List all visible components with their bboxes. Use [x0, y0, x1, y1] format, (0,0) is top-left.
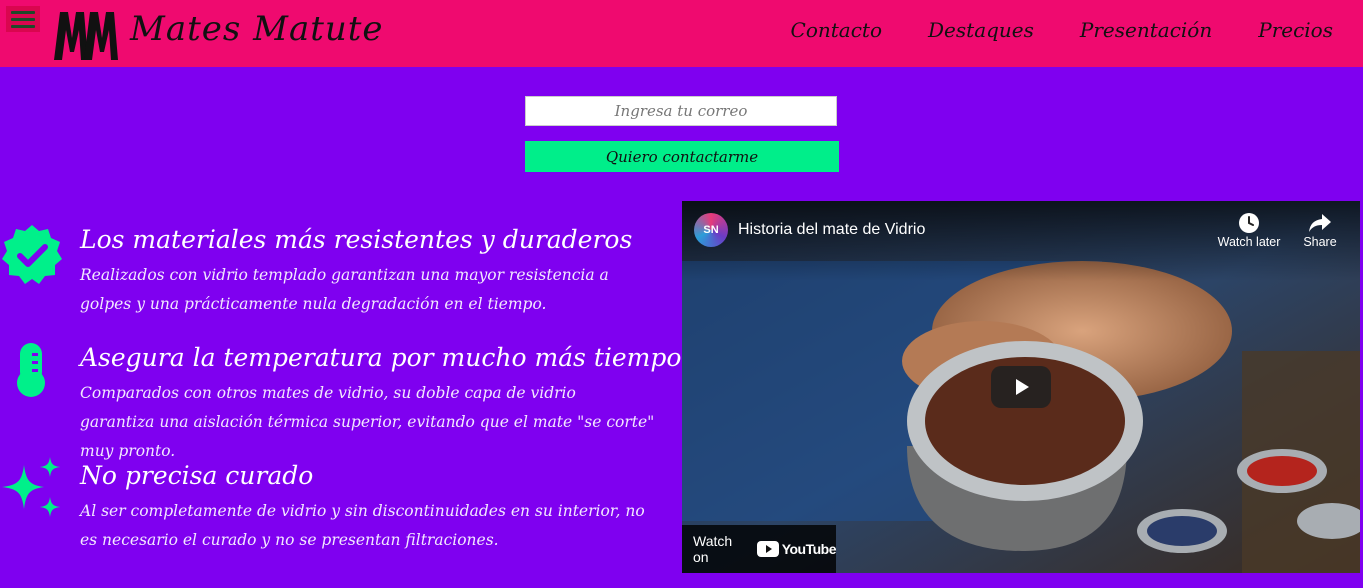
hamburger-icon[interactable] — [6, 6, 40, 32]
feature-text: Comparados con otros mates de vidrio, su… — [80, 384, 655, 460]
site-header: Mates Matute Contacto Destaques Presenta… — [0, 0, 1363, 67]
thermometer-icon — [17, 343, 45, 397]
share-button[interactable]: Share — [1285, 211, 1355, 249]
feature-title: Asegura la temperatura por mucho más tie… — [80, 343, 682, 372]
contact-submit-button[interactable]: Quiero contactarme — [525, 141, 839, 172]
nav-contacto[interactable]: Contacto — [791, 18, 882, 42]
share-label: Share — [1303, 235, 1337, 249]
email-input[interactable] — [525, 96, 837, 126]
nav-presentacion[interactable]: Presentación — [1080, 18, 1212, 42]
sparkles-icon — [2, 457, 60, 517]
watch-on-youtube-button[interactable]: Watch on YouTube — [682, 525, 837, 573]
youtube-logo: YouTube — [756, 541, 837, 557]
watch-later-button[interactable]: Watch later — [1214, 211, 1284, 249]
nav-precios[interactable]: Precios — [1258, 18, 1333, 42]
feature-text: Realizados con vidrio templado garantiza… — [80, 266, 609, 313]
feature-title: Los materiales más resistentes y durader… — [80, 225, 633, 254]
youtube-wordmark: YouTube — [781, 541, 837, 557]
nav-destaques[interactable]: Destaques — [928, 18, 1034, 42]
watch-on-label: Watch on — [693, 533, 733, 565]
clock-icon — [1239, 213, 1259, 233]
play-button[interactable] — [991, 366, 1051, 408]
play-icon — [1016, 379, 1029, 395]
channel-avatar[interactable]: SN — [694, 213, 728, 247]
watch-later-label: Watch later — [1217, 235, 1281, 249]
brand-name[interactable]: Mates Matute — [130, 9, 384, 49]
feature-title: No precisa curado — [80, 461, 314, 490]
mm-monogram-icon[interactable] — [52, 8, 120, 62]
main-nav: Contacto Destaques Presentación Precios — [791, 18, 1333, 42]
share-icon — [1309, 214, 1331, 232]
video-player[interactable]: SN Historia del mate de Vidrio Watch lat… — [682, 201, 1360, 573]
video-title[interactable]: Historia del mate de Vidrio — [738, 221, 925, 239]
youtube-icon — [756, 541, 779, 557]
verified-badge-icon — [2, 225, 62, 284]
feature-text: Al ser completamente de vidrio y sin dis… — [80, 502, 645, 549]
